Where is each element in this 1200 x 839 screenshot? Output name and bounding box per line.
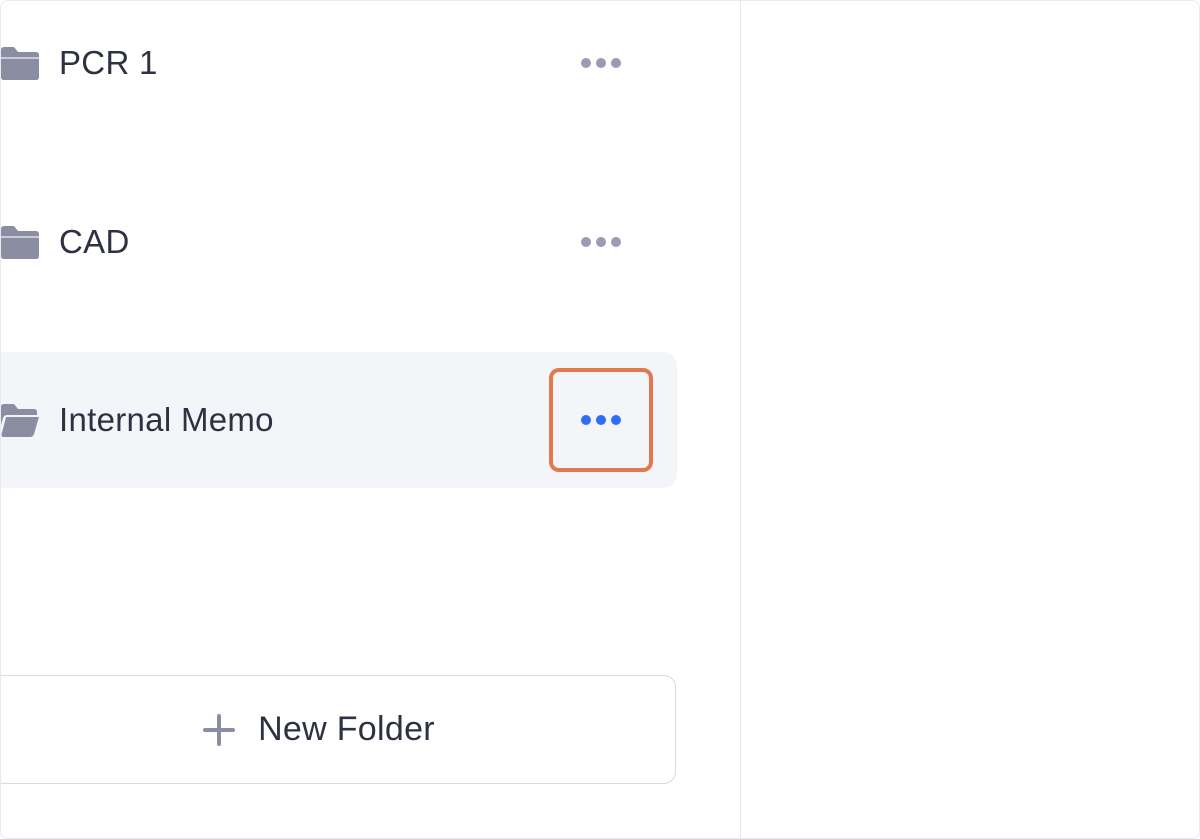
app-window: PCR 1 CAD Internal Memo New Folder	[0, 0, 1200, 839]
more-options-button[interactable]	[549, 11, 653, 115]
new-folder-button[interactable]: New Folder	[1, 675, 676, 784]
main-pane	[741, 1, 1199, 838]
folder-sidebar: PCR 1 CAD Internal Memo New Folder	[1, 1, 741, 838]
more-dots-icon	[581, 58, 591, 68]
folder-row-internal-memo[interactable]: Internal Memo	[1, 352, 677, 488]
folder-icon	[1, 226, 39, 259]
more-options-button[interactable]	[549, 368, 653, 472]
more-dots-icon	[581, 237, 591, 247]
folder-row-cad[interactable]: CAD	[1, 174, 677, 310]
more-dots-icon-dot	[611, 415, 621, 425]
more-dots-icon	[581, 415, 591, 425]
more-dots-icon-dot	[596, 58, 606, 68]
folder-open-icon	[1, 404, 39, 437]
folder-icon	[1, 47, 39, 80]
folder-row-pcr-1[interactable]: PCR 1	[1, 1, 677, 131]
folder-name: CAD	[59, 223, 130, 260]
more-dots-icon-dot	[596, 237, 606, 247]
plus-icon	[202, 713, 236, 747]
folder-name: PCR 1	[59, 44, 158, 81]
more-dots-icon-dot	[596, 415, 606, 425]
more-dots-icon-dot	[611, 58, 621, 68]
more-dots-icon-dot	[611, 237, 621, 247]
more-options-button[interactable]	[549, 190, 653, 294]
new-folder-label: New Folder	[258, 710, 435, 748]
folder-name: Internal Memo	[59, 401, 274, 438]
